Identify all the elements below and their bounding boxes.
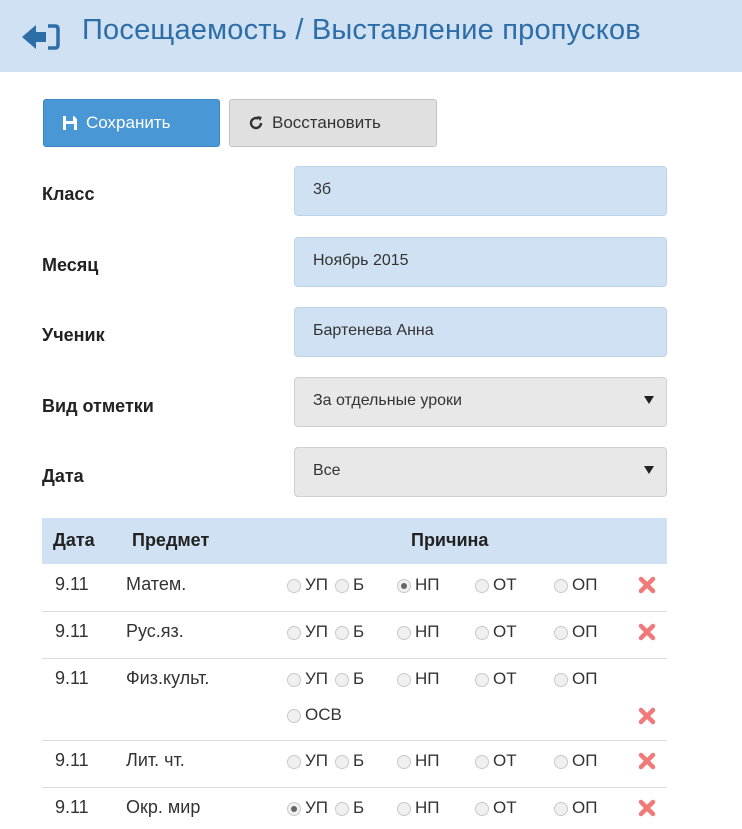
delete-x-icon[interactable] [637, 798, 657, 818]
mark-type-label: Вид отметки [42, 396, 154, 416]
page-title: Посещаемость / Выставление пропусков [82, 14, 641, 46]
student-field[interactable]: Бартенева Анна [294, 307, 667, 357]
restore-button-label: Восстановить [272, 113, 381, 132]
month-label: Месяц [42, 255, 99, 275]
save-button[interactable]: Сохранить [43, 99, 220, 147]
class-label: Класс [42, 184, 95, 204]
row-subject: Матем. [126, 574, 187, 594]
reason-radio-0[interactable] [287, 802, 301, 816]
reason-label: ОТ [493, 575, 517, 594]
reason-label: УП [305, 798, 329, 817]
row-date: 9.11 [55, 750, 89, 770]
save-icon [63, 116, 77, 130]
reason-label: Б [353, 669, 365, 688]
row-subject: Физ.культ. [126, 668, 210, 688]
date-label: Дата [42, 466, 84, 486]
reason-radio-4[interactable] [554, 673, 568, 687]
table-row: 9.11 Окр. мир УП Б НП ОТ ОП [42, 787, 667, 829]
reason-radio-3[interactable] [475, 579, 489, 593]
row-date: 9.11 [55, 668, 89, 688]
row-date: 9.11 [55, 621, 89, 641]
month-field[interactable]: Ноябрь 2015 [294, 237, 667, 287]
chevron-down-icon [644, 466, 654, 474]
save-button-label: Сохранить [86, 113, 171, 132]
reason-label: УП [305, 575, 329, 594]
reason-radio-4[interactable] [554, 802, 568, 816]
mark-type-select[interactable]: За отдельные уроки [294, 377, 667, 427]
row-date: 9.11 [55, 574, 89, 594]
title-bar: Посещаемость / Выставление пропусков [0, 0, 742, 72]
reason-radio-1[interactable] [335, 755, 349, 769]
reason-radio-2[interactable] [397, 579, 411, 593]
reason-label: ОТ [493, 622, 517, 641]
delete-x-icon[interactable] [637, 575, 657, 595]
reason-radio-3[interactable] [475, 802, 489, 816]
row-subject: Лит. чт. [126, 750, 185, 770]
column-date: Дата [53, 530, 95, 550]
reason-radio-2[interactable] [397, 626, 411, 640]
reason-radio-1[interactable] [335, 802, 349, 816]
row-date: 9.11 [55, 797, 89, 817]
reason-radio-4[interactable] [554, 755, 568, 769]
reason-radio-3[interactable] [475, 626, 489, 640]
reason-label: ОТ [493, 669, 517, 688]
reason-label: НП [415, 622, 440, 641]
reason-label: Б [353, 798, 365, 817]
delete-x-icon[interactable] [637, 622, 657, 642]
table-row: 9.11 Рус.яз. УП Б НП ОТ ОП [42, 611, 667, 659]
table-row: 9.11 Матем. УП Б НП ОТ ОП [42, 564, 667, 612]
restore-button[interactable]: Восстановить [229, 99, 437, 147]
table-row: 9.11 Физ.культ. УП Б НП ОТ ОП ОСВ [42, 658, 667, 741]
column-subject: Предмет [132, 530, 210, 550]
reason-label: УП [305, 751, 329, 770]
reason-label: НП [415, 575, 440, 594]
reason-label: НП [415, 751, 440, 770]
reason-radio-0[interactable] [287, 755, 301, 769]
reason-radio-2[interactable] [397, 802, 411, 816]
table-row: 9.11 Лит. чт. УП Б НП ОТ ОП [42, 740, 667, 788]
reason-radio-4[interactable] [554, 626, 568, 640]
back-arrow-icon[interactable] [20, 23, 60, 51]
reason-label: НП [415, 798, 440, 817]
reason-label: Б [353, 751, 365, 770]
reason-radio-3[interactable] [475, 755, 489, 769]
reason-radio-0[interactable] [287, 673, 301, 687]
mark-type-value: За отдельные уроки [313, 392, 462, 409]
refresh-icon [249, 116, 263, 130]
reason-radio-0[interactable] [287, 626, 301, 640]
chevron-down-icon [644, 396, 654, 404]
student-label: Ученик [42, 325, 105, 345]
reason-radio-3[interactable] [475, 673, 489, 687]
reason-label: УП [305, 669, 329, 688]
reason-radio-2[interactable] [397, 673, 411, 687]
reason-radio-4[interactable] [554, 579, 568, 593]
reason-label: ОП [572, 751, 598, 770]
reason-label: ОП [572, 798, 598, 817]
reason-label: ОТ [493, 798, 517, 817]
reason-label: ОП [572, 669, 598, 688]
reason-radio-1[interactable] [335, 626, 349, 640]
delete-x-icon[interactable] [637, 706, 657, 726]
reason-label: Б [353, 575, 365, 594]
class-field[interactable]: 3б [294, 166, 667, 216]
date-select[interactable]: Все [294, 447, 667, 497]
reason-label: НП [415, 669, 440, 688]
reason-label: ОТ [493, 751, 517, 770]
reason-label: Б [353, 622, 365, 641]
reason-radio-1[interactable] [335, 579, 349, 593]
reason-label: ОП [572, 622, 598, 641]
delete-x-icon[interactable] [637, 751, 657, 771]
reason-label: УП [305, 622, 329, 641]
reason-label-extra: ОСВ [305, 705, 342, 724]
reason-radio-2[interactable] [397, 755, 411, 769]
row-subject: Окр. мир [126, 797, 201, 817]
reason-radio-0[interactable] [287, 579, 301, 593]
date-value: Все [313, 462, 341, 479]
reason-label: ОП [572, 575, 598, 594]
reason-radio-1[interactable] [335, 673, 349, 687]
column-reason: Причина [411, 530, 489, 550]
reason-radio-extra[interactable] [287, 709, 301, 723]
table-header: Дата Предмет Причина [42, 518, 667, 564]
row-subject: Рус.яз. [126, 621, 184, 641]
